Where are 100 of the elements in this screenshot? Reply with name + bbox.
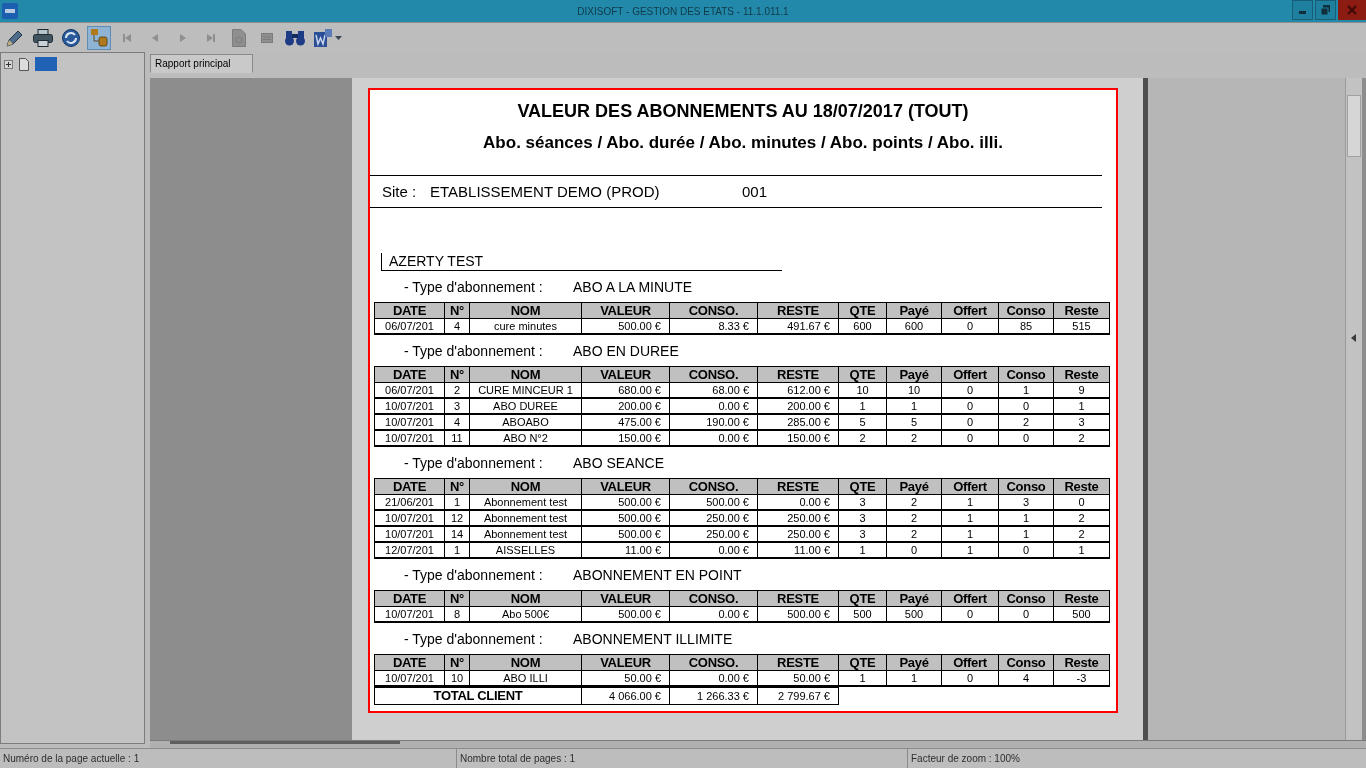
table-header-cell: QTE bbox=[838, 366, 887, 383]
table-cell: Abonnement test bbox=[469, 494, 582, 510]
table-cell: 1 bbox=[998, 510, 1054, 526]
table-cell: 8.33 € bbox=[669, 318, 758, 334]
table-header-cell: Offert bbox=[941, 302, 999, 319]
table-cell: ABO DUREE bbox=[469, 398, 582, 414]
table-cell: 3 bbox=[838, 494, 887, 510]
table-cell: ABOABO bbox=[469, 414, 582, 430]
table-cell: ABO N°2 bbox=[469, 430, 582, 446]
table-cell: 10 bbox=[838, 382, 887, 398]
tree-structure-icon[interactable] bbox=[87, 25, 111, 50]
table-cell: 475.00 € bbox=[581, 414, 670, 430]
table-cell: 2 bbox=[444, 382, 470, 398]
table-cell: 0 bbox=[886, 542, 942, 558]
type-label: - Type d'abonnement : bbox=[404, 343, 544, 359]
minimize-icon[interactable] bbox=[1292, 0, 1313, 20]
horizontal-scrollbar[interactable] bbox=[150, 740, 1366, 748]
tab[interactable]: Rapport principal bbox=[150, 54, 253, 73]
pencil-icon[interactable] bbox=[6, 28, 24, 47]
table-cell: 3 bbox=[838, 510, 887, 526]
vertical-scrollbar[interactable] bbox=[1345, 78, 1362, 740]
table-cell: 1 bbox=[1053, 542, 1110, 558]
table-cell: 500 bbox=[886, 606, 942, 622]
restore-icon[interactable] bbox=[1315, 0, 1336, 20]
close-icon[interactable] bbox=[1338, 0, 1366, 20]
table-header-cell: Offert bbox=[941, 590, 999, 607]
table-cell: 0.00 € bbox=[669, 670, 758, 686]
table-header-cell: CONSO. bbox=[669, 654, 758, 671]
table-cell: 0.00 € bbox=[757, 494, 839, 510]
table-cell: CURE MINCEUR 1 bbox=[469, 382, 582, 398]
table-header-cell: Offert bbox=[941, 366, 999, 383]
table-cell: 250.00 € bbox=[757, 526, 839, 542]
binoculars-icon[interactable] bbox=[285, 29, 305, 46]
table-cell: 0.00 € bbox=[669, 430, 758, 446]
type-label: - Type d'abonnement : bbox=[404, 567, 544, 583]
table-cell: 491.67 € bbox=[757, 318, 839, 334]
table-header-cell: Conso bbox=[998, 366, 1054, 383]
table-cell: 500.00 € bbox=[757, 606, 839, 622]
table-header-cell: VALEUR bbox=[581, 366, 670, 383]
table-header-cell: QTE bbox=[838, 654, 887, 671]
table-cell: 500.00 € bbox=[581, 526, 670, 542]
table-cell: AISSELLES bbox=[469, 542, 582, 558]
printer-icon[interactable] bbox=[33, 28, 53, 47]
type-label: - Type d'abonnement : bbox=[404, 279, 544, 295]
scrollbar-thumb[interactable] bbox=[170, 741, 400, 744]
type-label: - Type d'abonnement : bbox=[404, 631, 544, 647]
table-cell: 1 bbox=[941, 526, 999, 542]
table-header-cell: Payé bbox=[886, 654, 942, 671]
table-cell: -3 bbox=[1053, 670, 1110, 686]
table-cell: 2 bbox=[1053, 526, 1110, 542]
caret-icon[interactable] bbox=[335, 35, 342, 40]
table-cell: 1 bbox=[886, 670, 942, 686]
table-header-cell: RESTE bbox=[757, 590, 839, 607]
expand-icon[interactable] bbox=[4, 59, 13, 69]
table-cell: 250.00 € bbox=[757, 510, 839, 526]
table-cell: 500.00 € bbox=[581, 510, 670, 526]
table-cell: 0.00 € bbox=[669, 398, 758, 414]
table-header-cell: N° bbox=[444, 302, 470, 319]
table-header-cell: Payé bbox=[886, 590, 942, 607]
table-header-cell: DATE bbox=[374, 590, 445, 607]
site-label: Site : bbox=[382, 183, 418, 200]
refresh-icon[interactable] bbox=[62, 28, 80, 47]
table-cell: 612.00 € bbox=[757, 382, 839, 398]
table-header-cell: NOM bbox=[469, 478, 582, 495]
table-cell: 0 bbox=[998, 542, 1054, 558]
table-cell: cure minutes bbox=[469, 318, 582, 334]
table-header-cell: RESTE bbox=[757, 366, 839, 383]
table-cell: 0.00 € bbox=[669, 606, 758, 622]
table-cell: 3 bbox=[998, 494, 1054, 510]
table-cell: 600 bbox=[838, 318, 887, 334]
table-cell: 2 bbox=[1053, 510, 1110, 526]
table-cell: 500 bbox=[838, 606, 887, 622]
table-cell: 85 bbox=[998, 318, 1054, 334]
table-cell: 0 bbox=[941, 318, 999, 334]
table-header-cell: Reste bbox=[1053, 654, 1110, 671]
window-title: DIXISOFT - GESTION DES ETATS - 11.1.011.1 bbox=[577, 5, 789, 17]
table-cell: 500.00 € bbox=[581, 318, 670, 334]
table-cell: 500.00 € bbox=[669, 494, 758, 510]
table-header-cell: QTE bbox=[838, 478, 887, 495]
document-export-icon[interactable] bbox=[314, 28, 332, 47]
table-header-cell: Conso bbox=[998, 590, 1054, 607]
table-cell: 10 bbox=[444, 670, 470, 686]
table-cell: 150.00 € bbox=[757, 430, 839, 446]
table-cell: 1 bbox=[998, 382, 1054, 398]
table-cell: 1 bbox=[1053, 398, 1110, 414]
report-subtitle: Abo. séances / Abo. durée / Abo. minutes / Abo. points / Abo. illi. bbox=[482, 132, 1004, 154]
table-cell: 11.00 € bbox=[757, 542, 839, 558]
scrollbar-thumb[interactable] bbox=[1347, 95, 1361, 157]
table-cell: 4 bbox=[998, 670, 1054, 686]
tree-node[interactable] bbox=[35, 57, 57, 71]
type-value: ABO SEANCE bbox=[573, 455, 665, 471]
total-cell: 4 066.00 € bbox=[581, 687, 670, 705]
table-header-cell: Payé bbox=[886, 302, 942, 319]
report-title: VALEUR DES ABONNEMENTS AU 18/07/2017 (TOUT) bbox=[516, 100, 970, 122]
table-cell: ABO ILLI bbox=[469, 670, 582, 686]
table-cell: 1 bbox=[838, 670, 887, 686]
table-header-cell: N° bbox=[444, 590, 470, 607]
table-cell: Abo 500€ bbox=[469, 606, 582, 622]
table-cell: 10/07/201 bbox=[374, 430, 445, 446]
table-cell: 2 bbox=[838, 430, 887, 446]
